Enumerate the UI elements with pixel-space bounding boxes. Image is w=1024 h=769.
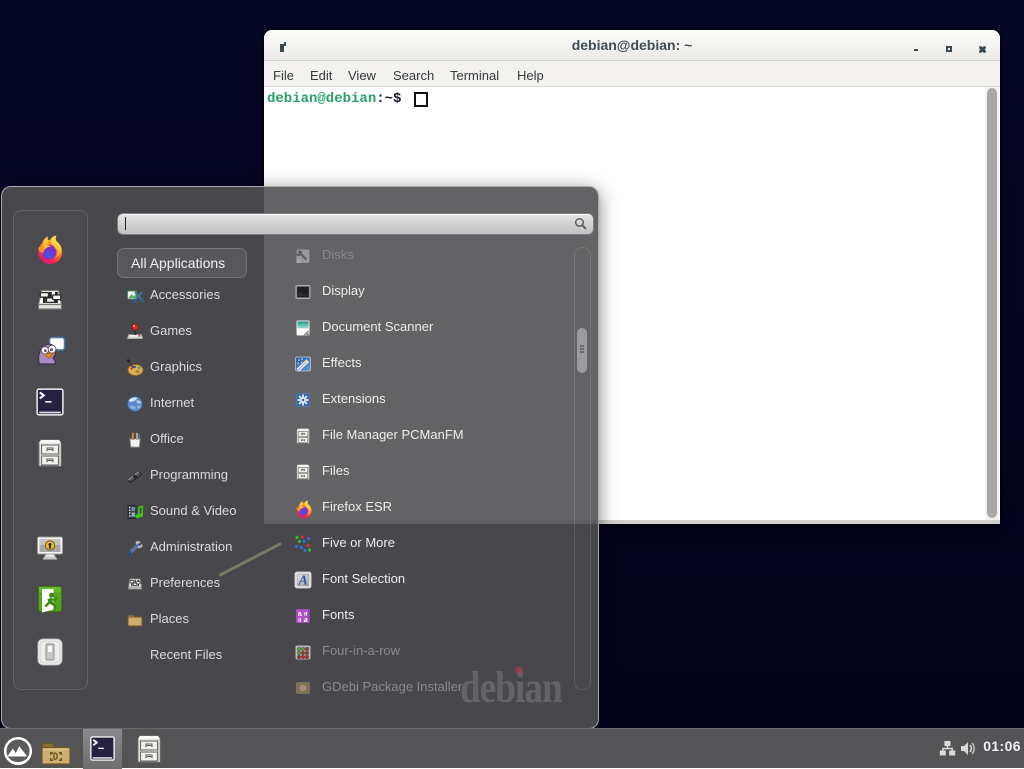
svg-text:a: a bbox=[304, 617, 308, 624]
svg-text:A: A bbox=[298, 574, 308, 589]
svg-text:a: a bbox=[298, 616, 302, 624]
